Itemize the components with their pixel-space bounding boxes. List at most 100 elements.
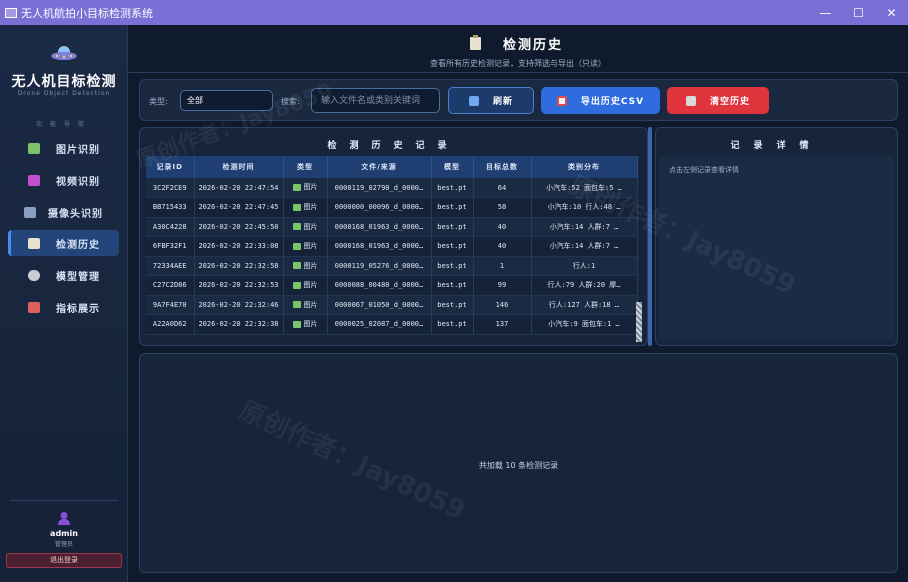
image-icon (292, 262, 301, 269)
history-table-title: 检测历史记录 (327, 141, 460, 151)
refresh-button[interactable]: 刷新 (448, 87, 534, 114)
user-avatar-icon (58, 512, 70, 525)
class-distribution-cell: 小汽车:9 面包车:1 … (531, 314, 638, 335)
nav-item-metrics[interactable]: 指标展示 (8, 294, 119, 320)
table-row[interactable]: C27C2D86 2026-02-20 22:32:53 图片 0000088_004… (146, 275, 638, 296)
video-icon (28, 174, 40, 186)
load-status-text: 共加载 10 条检测记录 (478, 461, 559, 470)
type-cell: 图片 (283, 256, 328, 276)
nav-item-model-management[interactable]: 模型管理 (8, 262, 119, 288)
type-label: 图片 (303, 300, 318, 309)
detect-time-cell: 2026-02-20 22:32:58 (194, 256, 284, 276)
table-row[interactable]: A30C4228 2026-02-20 22:45:50 图片 0000168_019… (146, 217, 638, 237)
detect-time-cell: 2026-02-20 22:47:45 (194, 197, 284, 218)
table-row[interactable]: A22A0D62 2026-02-20 22:32:38 图片 0000025_020… (146, 314, 638, 335)
nav-item-detection-history[interactable]: 检测历史 (8, 230, 119, 256)
window-title: 无人机航拍小目标检测系统 (21, 6, 153, 20)
model-cell: best.pt (431, 275, 474, 296)
header-divider (128, 72, 908, 73)
target-total-cell: 146 (473, 295, 532, 315)
nav-caption: 功能导航 (35, 121, 92, 128)
class-distribution-cell: 行人:127 人群:18 … (531, 295, 638, 315)
trash-icon (685, 95, 696, 106)
file-source-cell: 0000000_00096_d_0000… (327, 197, 432, 218)
nav-item-camera-recognition[interactable]: 摄像头识别 (8, 199, 119, 225)
page-title: 检测历史 (503, 38, 564, 53)
record-id-cell: 9A7F4E70 (146, 295, 195, 315)
type-tag: 图片 (292, 222, 318, 232)
type-tag: 图片 (292, 300, 318, 310)
image-icon (292, 301, 301, 308)
target-total-cell: 1 (473, 256, 532, 276)
class-distribution-cell: 行人:1 (531, 256, 638, 276)
type-cell: 图片 (283, 236, 328, 257)
column-header[interactable]: 文件/来源 (327, 156, 432, 178)
search-input[interactable] (311, 88, 440, 113)
type-tag: 图片 (292, 319, 318, 329)
type-label: 图片 (303, 242, 318, 250)
table-row[interactable]: 72334AEE 2026-02-20 22:32:58 图片 0000119_052… (146, 256, 638, 276)
page-header: 检测历史 (470, 34, 563, 53)
table-row[interactable]: 6FBF32F1 2026-02-20 22:33:08 图片 0000168_019… (146, 236, 638, 257)
brand-title: 无人机目标检测 (11, 74, 117, 90)
model-cell: best.pt (431, 314, 474, 335)
panel-splitter[interactable] (648, 127, 652, 346)
status-panel: 共加载 10 条检测记录 (139, 353, 898, 573)
detect-time-cell: 2026-02-20 22:47:54 (194, 178, 284, 198)
nav-item-video-recognition[interactable]: 视频识别 (8, 167, 119, 193)
history-table-panel: 检测历史记录 记录ID 检测时间 类型 文件/来源 模型 目标总数 类别分布 3… (139, 127, 648, 346)
export-csv-button[interactable]: 导出历史CSV (541, 87, 660, 114)
type-tag: 图片 (292, 261, 318, 271)
model-cell: best.pt (431, 217, 474, 237)
logout-button[interactable]: 退出登录 (6, 553, 122, 568)
minimize-button[interactable]: — (809, 0, 842, 25)
class-distribution-cell: 小汽车:52 面包车:5 … (531, 178, 638, 198)
type-label: 图片 (303, 261, 318, 270)
refresh-icon (468, 95, 479, 106)
type-tag: 图片 (292, 182, 318, 192)
table-scrollbar-thumb[interactable] (636, 302, 642, 342)
export-icon (556, 95, 567, 106)
image-icon (28, 142, 40, 154)
type-cell: 图片 (283, 314, 328, 335)
type-label: 图片 (303, 183, 318, 192)
record-id-cell: 72334AEE (146, 256, 195, 276)
file-source-cell: 0000119_05276_d_0000… (327, 256, 432, 276)
column-header[interactable]: 模型 (431, 156, 474, 178)
table-row[interactable]: 9A7F4E70 2026-02-20 22:32:46 图片 0000067_010… (146, 295, 638, 315)
model-cell: best.pt (431, 197, 474, 218)
table-row[interactable]: 3C2F2CE9 2026-02-20 22:47:54 图片 0000119_027… (146, 178, 638, 198)
sidebar-divider (10, 500, 118, 501)
maximize-button[interactable]: ☐ (842, 0, 875, 25)
image-icon (292, 223, 301, 230)
close-button[interactable]: ✕ (875, 0, 908, 25)
toolbar: 类型: 全部 搜索: 刷新 导出历史CSV 清空历史 (139, 79, 898, 121)
clear-history-button[interactable]: 清空历史 (667, 87, 769, 114)
nav-item-image-recognition[interactable]: 图片识别 (8, 135, 119, 161)
refresh-label: 刷新 (492, 97, 513, 107)
target-total-cell: 58 (473, 197, 532, 218)
model-cell: best.pt (431, 178, 474, 198)
record-id-cell: C27C2D86 (146, 275, 195, 296)
record-id-cell: 6FBF32F1 (146, 236, 195, 257)
record-detail-panel: 记录详情 点击左侧记录查看详情 (655, 127, 898, 346)
column-header[interactable]: 记录ID (146, 156, 195, 178)
nav-item-label: 图片识别 (56, 144, 100, 156)
nav-item-label: 检测历史 (56, 239, 100, 251)
file-source-cell: 0000168_01963_d_0000… (327, 236, 432, 257)
app-icon (5, 7, 17, 18)
table-row[interactable]: BB715433 2026-02-20 22:47:45 图片 0000000_000… (146, 197, 638, 218)
detect-time-cell: 2026-02-20 22:32:38 (194, 314, 284, 335)
type-label: 图片 (303, 203, 318, 211)
record-detail-body: 点击左侧记录查看详情 (659, 156, 894, 340)
type-cell: 图片 (283, 197, 328, 218)
column-header[interactable]: 检测时间 (194, 156, 284, 178)
bar-chart-icon (28, 301, 40, 313)
type-label: 类型: (149, 97, 168, 106)
column-header[interactable]: 目标总数 (473, 156, 532, 178)
detect-time-cell: 2026-02-20 22:45:50 (194, 217, 284, 237)
column-header[interactable]: 类型 (283, 156, 328, 178)
type-cell: 图片 (283, 275, 328, 296)
column-header[interactable]: 类别分布 (531, 156, 638, 178)
type-select[interactable]: 全部 (180, 90, 273, 111)
